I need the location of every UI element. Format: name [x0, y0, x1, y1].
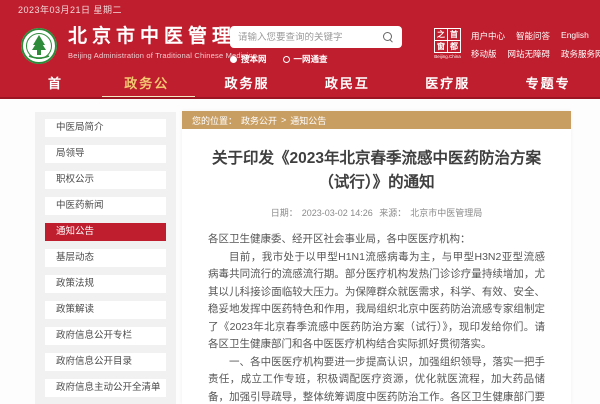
breadcrumb-link-notices[interactable]: 通知公告 — [290, 114, 326, 127]
article-meta: 日期： 2023-03-02 14:26 来源： 北京市中医管理局 — [208, 206, 545, 219]
breadcrumb-prefix: 您的位置： — [192, 114, 237, 127]
main-nav: 首页 政务公开 政务服务 政民互动 医疗服务 专题专栏 — [0, 72, 600, 97]
capital-window-grid: 之 首 窗 都 — [434, 28, 461, 53]
content-panel: 您的位置： 政务公开 > 通知公告 关于印发《2023年北京春季流感中医药防治方… — [182, 111, 571, 404]
radio-search-site[interactable]: 搜本网 — [230, 53, 267, 65]
sidebar-item-policies[interactable]: 政策法规 — [45, 275, 166, 293]
capital-logo-char: 首 — [448, 29, 460, 40]
article-source: 北京市中医管理局 — [410, 208, 482, 218]
radio-selected-icon — [230, 56, 237, 63]
article-source-label: 来源： — [379, 208, 406, 218]
breadcrumb: 您的位置： 政务公开 > 通知公告 — [182, 111, 571, 129]
capital-logo-char: 都 — [448, 41, 460, 52]
top-utility-bar: 2023年03月21日 星期二 — [0, 0, 600, 18]
capital-logo-caption: Beijing.China — [434, 54, 461, 59]
sidebar-item-duties[interactable]: 职权公示 — [45, 171, 166, 189]
link-user-center[interactable]: 用户中心 — [471, 30, 505, 42]
link-mobile[interactable]: 移动版 — [471, 48, 497, 60]
search-area: 搜本网 一网通查 — [230, 26, 402, 65]
link-english[interactable]: English — [561, 30, 589, 42]
link-accessibility[interactable]: 网站无障碍 — [508, 48, 551, 60]
header-right: 之 首 窗 都 Beijing.China 用户中心 智能问答 English … — [434, 28, 600, 60]
capital-logo-char: 窗 — [435, 41, 447, 52]
article-date: 2023-03-02 14:26 — [302, 208, 373, 218]
article-paragraph: 目前，我市处于以甲型H1N1流感病毒为主，与甲型H3N2亚型流感病毒共同流行的流… — [208, 249, 545, 354]
sidebar-item-info-disclosure-column[interactable]: 政府信息公开专栏 — [45, 327, 166, 345]
radio-unselected-icon — [283, 56, 290, 63]
site-header: 2023年03月21日 星期二 北京市中医管理局 Beijing Adminis… — [0, 0, 600, 99]
article: 关于印发《2023年北京春季流感中医药防治方案（试行）》的通知 日期： 2023-… — [182, 129, 571, 404]
sidebar-item-info-disclosure-list[interactable]: 政府信息主动公开全清单 — [45, 379, 166, 397]
sidebar-item-intro[interactable]: 中医局简介 — [45, 119, 166, 137]
nav-item-special-topics[interactable]: 专题专栏 — [500, 72, 600, 97]
main-area: 中医局简介 局领导 职权公示 中医药新闻 通知公告 基层动态 政策法规 政策解读… — [0, 99, 600, 404]
sidebar: 中医局简介 局领导 职权公示 中医药新闻 通知公告 基层动态 政策法规 政策解读… — [35, 112, 176, 404]
current-date: 2023年03月21日 星期二 — [18, 3, 122, 16]
sidebar-item-tcm-news[interactable]: 中医药新闻 — [45, 197, 166, 215]
radio-search-all[interactable]: 一网通查 — [283, 53, 328, 65]
sidebar-item-info-disclosure-catalog[interactable]: 政府信息公开目录 — [45, 353, 166, 371]
search-input[interactable] — [238, 32, 383, 43]
article-date-label: 日期： — [271, 208, 298, 218]
sidebar-item-notices[interactable]: 通知公告 — [45, 223, 166, 241]
article-title: 关于印发《2023年北京春季流感中医药防治方案（试行）》的通知 — [208, 147, 545, 195]
breadcrumb-link-gov-disclosure[interactable]: 政务公开 — [241, 114, 277, 127]
capital-window-logo[interactable]: 之 首 窗 都 Beijing.China — [434, 28, 461, 58]
search-box — [230, 26, 402, 48]
link-smart-qa[interactable]: 智能问答 — [516, 30, 550, 42]
header-main: 北京市中医管理局 Beijing Administration of Tradi… — [0, 18, 600, 72]
capital-logo-char: 之 — [435, 29, 447, 40]
search-scope-options: 搜本网 一网通查 — [230, 53, 402, 65]
sidebar-item-policy-interpretation[interactable]: 政策解读 — [45, 301, 166, 319]
radio-search-site-label: 搜本网 — [241, 53, 267, 65]
nav-item-home[interactable]: 首页 — [22, 72, 98, 97]
nav-item-medical-services[interactable]: 医疗服务 — [399, 72, 499, 97]
sidebar-item-grassroots[interactable]: 基层动态 — [45, 249, 166, 267]
article-paragraph: 各区卫生健康委、经开区社会事业局，各中医医疗机构： — [208, 231, 545, 249]
breadcrumb-separator: > — [281, 115, 286, 125]
agency-logo — [20, 27, 58, 65]
link-gov-service[interactable]: 政务服务网 — [561, 48, 600, 60]
radio-search-all-label: 一网通查 — [294, 53, 328, 65]
search-icon[interactable] — [383, 32, 394, 43]
article-body: 各区卫生健康委、经开区社会事业局，各中医医疗机构： 目前，我市处于以甲型H1N1… — [208, 231, 545, 404]
nav-item-public-interaction[interactable]: 政民互动 — [299, 72, 399, 97]
nav-item-gov-disclosure[interactable]: 政务公开 — [98, 72, 198, 97]
utility-links: 用户中心 智能问答 English 移动版 网站无障碍 政务服务网 — [471, 28, 600, 60]
nav-item-gov-services[interactable]: 政务服务 — [199, 72, 299, 97]
article-paragraph: 一、各中医医疗机构要进一步提高认识，加强组织领导，落实一把手责任，成立工作专班，… — [208, 354, 545, 404]
sidebar-item-leaders[interactable]: 局领导 — [45, 145, 166, 163]
